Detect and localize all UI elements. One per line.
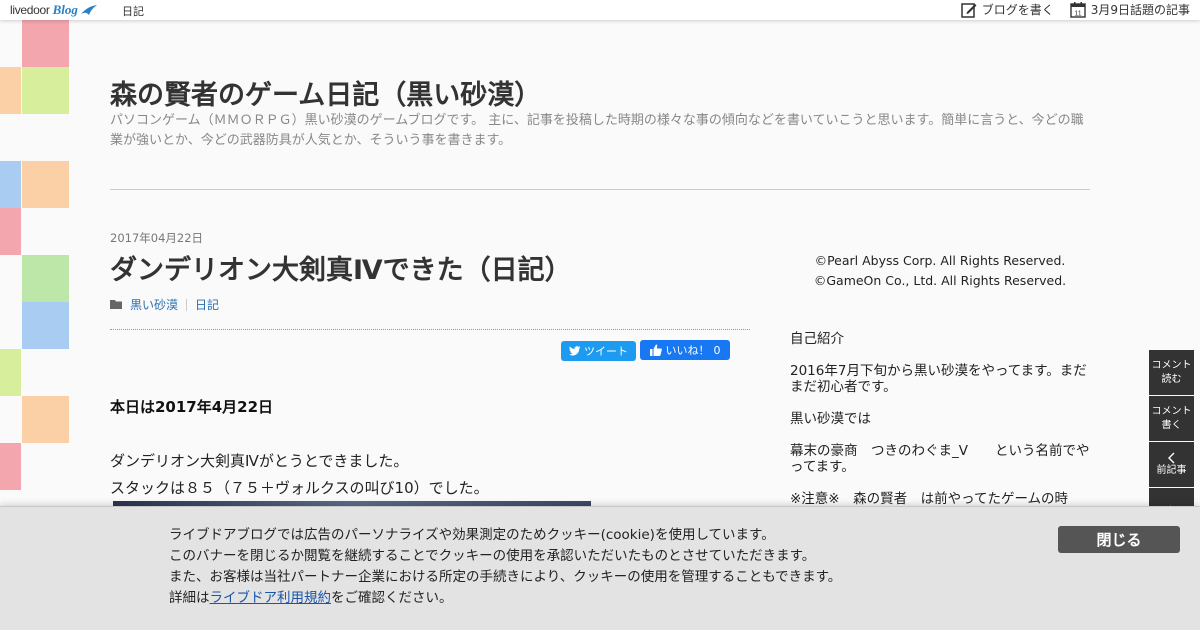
thumbs-up-icon	[649, 344, 662, 356]
cookie-line: このバナーを閉じるか閲覧を継続することでクッキーの使用を承認いただいたものとさせ…	[169, 548, 816, 564]
like-button[interactable]: いいね！ 0	[640, 340, 730, 360]
write-blog-label: ブログを書く	[981, 3, 1054, 17]
previous-post-button[interactable]: 前記事	[1149, 442, 1194, 487]
blog-description: パソコンゲーム（ＭＭＯＲＰＧ）黒い砂漠のゲームブログです。 主に、記事を投稿した…	[110, 113, 1084, 148]
post-body-line: スタックは８５（７５＋ヴォルクスの叫び10）でした。	[110, 479, 489, 497]
cookie-line: ライブドアブログでは広告のパーソナライズや効果測定のためクッキー(cookie)…	[169, 527, 775, 543]
like-label: いいね！	[665, 344, 710, 357]
calendar-day: 11	[1074, 10, 1081, 17]
tweet-button[interactable]: ツイート	[561, 341, 636, 361]
top-bar: livedoor Blog 日記 ブログを書く 11 3月9日話題の記事	[0, 0, 1200, 20]
trending-label: 3月9日話題の記事	[1090, 3, 1190, 17]
topbar-diary-link[interactable]: 日記	[122, 3, 144, 19]
mosaic-tile	[0, 161, 21, 208]
nav-label: コメント	[1151, 405, 1192, 417]
category-separator	[186, 298, 188, 311]
mosaic-tile	[22, 161, 69, 208]
terms-link[interactable]: ライブドア利用規約	[210, 590, 332, 606]
mosaic-tile	[22, 255, 69, 302]
cookie-suffix: をご確認ください。	[331, 590, 453, 606]
tweet-label: ツイート	[584, 345, 628, 358]
profile-text: 黒い砂漠では	[790, 411, 871, 427]
nav-label: 読む	[1161, 373, 1182, 385]
header-divider	[110, 189, 1090, 190]
cookie-consent-banner: ライブドアブログでは広告のパーソナライズや効果測定のためクッキー(cookie)…	[0, 506, 1200, 630]
profile-text: 幕末の豪商 つきのわぐま_V という名前でやってます。	[790, 443, 1090, 475]
mosaic-tile	[22, 396, 69, 443]
mosaic-tile	[0, 349, 21, 396]
decorative-mosaic	[0, 20, 70, 490]
profile-text: ※注意※ 森の賢者 は前やってたゲームの時	[790, 491, 1069, 507]
nav-label: 前記事	[1156, 464, 1187, 476]
like-count: 0	[713, 343, 721, 357]
mosaic-tile	[0, 443, 21, 490]
copyright-line: ©GameOn Co., Ltd. All Rights Reserved.	[813, 273, 1067, 288]
calendar-icon: 11	[1070, 2, 1086, 18]
post-title[interactable]: ダンデリオン大剣真Ⅳできた（日記）	[110, 248, 572, 287]
mosaic-tile	[22, 20, 69, 67]
profile-text: 2016年7月下旬から黒い砂漠をやってます。まだまだ初心者です。	[790, 363, 1087, 395]
trending-link[interactable]: 11 3月9日話題の記事	[1070, 1, 1190, 18]
post-divider	[110, 329, 750, 330]
close-button[interactable]: 閉じる	[1058, 526, 1180, 553]
nav-label: 書く	[1161, 419, 1182, 431]
twitter-bird-icon	[569, 346, 581, 356]
copyright-notice: ©Pearl Abyss Corp. All Rights Reserved. …	[790, 251, 1090, 291]
profile-heading: 自己紹介	[790, 331, 844, 347]
nav-label: コメント	[1151, 359, 1192, 371]
category-link[interactable]: 日記	[195, 296, 219, 313]
write-comment-button[interactable]: コメント 書く	[1149, 396, 1194, 441]
pencil-icon	[960, 2, 977, 18]
cookie-line: また、お客様は当社パートナー企業における所定の手続きにより、クッキーの使用を管理…	[169, 569, 842, 585]
read-comments-button[interactable]: コメント 読む	[1149, 350, 1194, 395]
chevron-left-icon	[1167, 452, 1174, 463]
blog-title[interactable]: 森の賢者のゲーム日記（黒い砂漠）	[110, 73, 541, 112]
logo-bird-icon	[80, 5, 97, 15]
post-date: 2017年04月22日	[110, 231, 204, 245]
logo-text: livedoor	[10, 3, 50, 17]
cookie-text: ライブドアブログでは広告のパーソナライズや効果測定のためクッキー(cookie)…	[169, 525, 841, 609]
post-body-line: ダンデリオン大剣真Ⅳがとうとできました。	[110, 452, 409, 470]
mosaic-tile	[0, 67, 21, 114]
mosaic-tile	[0, 208, 21, 255]
post-categories: 黒い砂漠 日記	[110, 296, 219, 313]
mosaic-tile	[22, 302, 69, 349]
mosaic-tile	[22, 67, 69, 114]
post-body-heading: 本日は2017年4月22日	[110, 398, 274, 416]
copyright-line: ©Pearl Abyss Corp. All Rights Reserved.	[814, 253, 1066, 268]
write-blog-link[interactable]: ブログを書く	[960, 1, 1054, 18]
cookie-line: 詳細はライブドア利用規約をご確認ください。	[169, 588, 841, 609]
category-link[interactable]: 黒い砂漠	[130, 296, 178, 313]
logo-blog-text: Blog	[52, 2, 78, 17]
cookie-prefix: 詳細は	[169, 590, 210, 606]
folder-icon	[110, 300, 122, 309]
topbar-right-links: ブログを書く 11 3月9日話題の記事	[960, 1, 1190, 18]
livedoor-blog-logo[interactable]: livedoor Blog	[10, 2, 98, 18]
